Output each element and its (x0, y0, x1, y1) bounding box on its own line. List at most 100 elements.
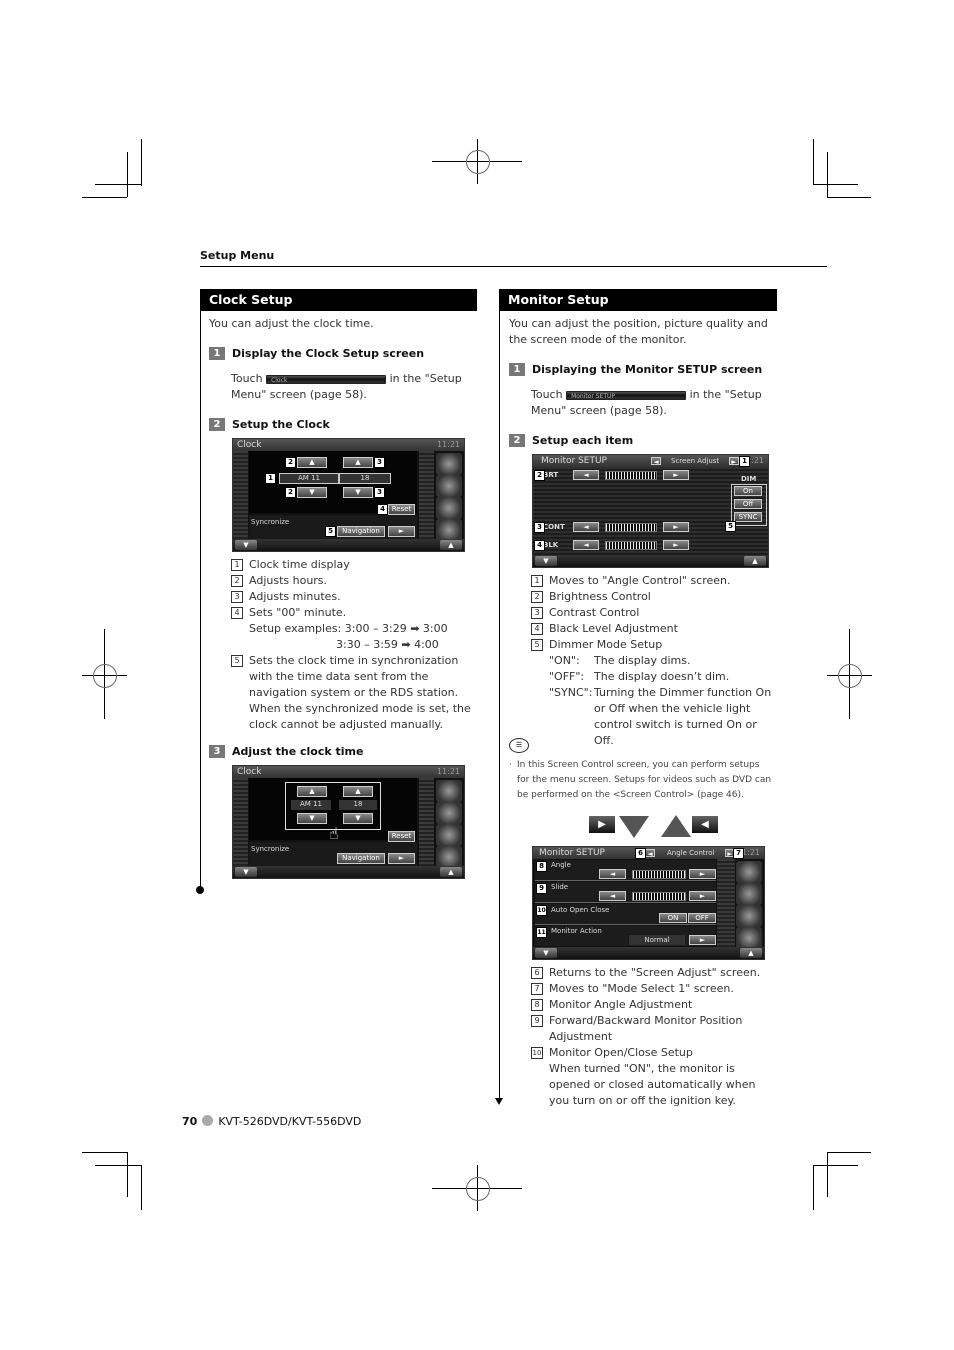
hour-down-button[interactable]: ▼ (297, 813, 327, 824)
minute-up-button[interactable]: ▲ (343, 786, 373, 797)
dim-off-button[interactable]: Off (734, 499, 762, 509)
footer-dot-icon (202, 1115, 214, 1126)
blk-decrease-button[interactable]: ◄ (573, 540, 599, 550)
monitor-angle-control: Monitor SETUP ◄ Angle Control ► 11:21 An… (532, 846, 765, 960)
clock-step-1-text: Touch Clock in the "Setup Menu" screen (… (231, 372, 462, 401)
prev-screen-button[interactable]: ◄ (645, 849, 655, 858)
auto-on-button[interactable]: ON (659, 913, 687, 923)
reset-button[interactable]: Reset (388, 831, 415, 842)
angle-level-bar[interactable] (632, 870, 686, 879)
side-disc-icon[interactable] (436, 497, 462, 519)
legend-item: 5 Sets the clock time in synchronization … (231, 653, 476, 701)
hour-up-button[interactable]: ▲ (297, 457, 327, 468)
sync-note: When the synchronized mode is set, the c… (249, 702, 471, 731)
brt-level-bar[interactable] (605, 471, 657, 480)
dim-mode-off: "OFF": The display doesn’t dim. (549, 670, 730, 683)
sync-next-button[interactable]: ► (388, 526, 415, 537)
side-menu-icon[interactable] (736, 861, 762, 883)
side-media-icon[interactable] (436, 475, 462, 497)
side-menu-icon[interactable] (436, 780, 462, 802)
brt-increase-button[interactable]: ► (663, 470, 689, 480)
scroll-up-button[interactable]: ▲ (740, 948, 762, 958)
cont-decrease-button[interactable]: ◄ (573, 522, 599, 532)
section-header: Setup Menu (200, 249, 275, 262)
angle-decrease-button[interactable]: ◄ (599, 869, 626, 879)
scroll-up-button[interactable]: ▲ (744, 556, 766, 566)
auto-open-close-label: Auto Open Close (551, 906, 610, 914)
side-disc-icon[interactable] (736, 905, 762, 927)
legend-item: 1 Moves to "Angle Control" screen. (531, 573, 776, 589)
callout-3: 3 (374, 487, 385, 498)
slide-decrease-button[interactable]: ◄ (599, 891, 626, 901)
callout-4: 4 (377, 504, 388, 515)
monitor-legend-1: 1 Moves to "Angle Control" screen. 2 Brigh… (531, 573, 776, 749)
clock-screen-1: Clock 11:21 ▲ ▲ AM 11 18 ▼ ▼ Reset Syncr… (232, 438, 465, 552)
monitor-setup-menu-button[interactable]: Monitor SETUP (566, 390, 687, 400)
blk-label: BLK (543, 541, 559, 549)
legend-item: 4 Black Level Adjustment (531, 621, 776, 637)
side-setup-icon[interactable] (736, 927, 762, 949)
navigation-button[interactable]: Navigation (337, 526, 385, 537)
clock-screen-2: Clock 11:21 ▲ ▲ AM 11 18 ▼ ▼ ☝ Reset Syn… (232, 765, 465, 879)
side-media-icon[interactable] (436, 802, 462, 824)
monitor-action-next-button[interactable]: ► (689, 935, 716, 945)
navigation-button[interactable]: Navigation (337, 853, 385, 864)
side-media-icon[interactable] (736, 883, 762, 905)
monitor-action-value: Normal (629, 935, 685, 945)
blk-increase-button[interactable]: ► (663, 540, 689, 550)
cont-label: CONT (543, 523, 565, 531)
sync-next-button[interactable]: ► (388, 853, 415, 864)
legend-item: 3 Contrast Control (531, 605, 776, 621)
scroll-down-button[interactable]: ▼ (235, 867, 257, 877)
down-triangle-icon (619, 816, 649, 838)
scroll-down-button[interactable]: ▼ (535, 556, 557, 566)
screen-title: Clock (237, 440, 262, 450)
cont-level-bar[interactable] (605, 523, 657, 532)
brt-decrease-button[interactable]: ◄ (573, 470, 599, 480)
angle-increase-button[interactable]: ► (689, 869, 716, 879)
minute-down-button[interactable]: ▼ (343, 813, 373, 824)
scroll-up-button[interactable]: ▲ (440, 540, 462, 550)
scroll-down-button[interactable]: ▼ (235, 540, 257, 550)
callout-2: 2 (285, 487, 296, 498)
dim-sync-button[interactable]: SYNC (734, 512, 762, 522)
sync-label: Syncronize (251, 518, 290, 526)
reset-button[interactable]: Reset (388, 504, 415, 515)
next-screen-button[interactable]: ► (729, 457, 739, 466)
step-number: 1 (209, 347, 225, 360)
side-disc-icon[interactable] (436, 824, 462, 846)
side-setup-icon[interactable] (436, 846, 462, 868)
minute-field: 18 (339, 473, 391, 484)
side-setup-icon[interactable] (436, 519, 462, 541)
side-menu-icon[interactable] (436, 453, 462, 475)
hour-up-button[interactable]: ▲ (297, 786, 327, 797)
minute-up-button[interactable]: ▲ (343, 457, 373, 468)
right-column-guide (499, 289, 500, 1099)
prev-screen-button[interactable]: ◄ (651, 457, 661, 466)
slide-level-bar[interactable] (632, 892, 686, 901)
scroll-down-button[interactable]: ▼ (535, 948, 557, 958)
scroll-up-button[interactable]: ▲ (440, 867, 462, 877)
minute-down-button[interactable]: ▼ (343, 487, 373, 498)
page-number: 70 (182, 1115, 198, 1128)
clock-menu-button[interactable]: Clock (266, 374, 387, 384)
legend-item: 1 Clock time display (231, 557, 476, 573)
hour-down-button[interactable]: ▼ (297, 487, 327, 498)
legend-item: 10 Monitor Open/Close Setup (531, 1046, 693, 1059)
callout-5: 5 (325, 526, 336, 537)
cont-increase-button[interactable]: ► (663, 522, 689, 532)
screen-subtitle: Angle Control (667, 849, 715, 857)
angle-label: Angle (551, 861, 571, 869)
legend-item: 2 Brightness Control (531, 589, 776, 605)
legend-item: 6 Returns to the "Screen Adjust" screen. (531, 965, 776, 981)
dim-on-button[interactable]: On (734, 486, 762, 496)
auto-off-button[interactable]: OFF (688, 913, 716, 923)
left-arrow-icon: ◀ (692, 816, 718, 833)
right-arrow-icon: ▶ (589, 816, 615, 833)
slide-increase-button[interactable]: ► (689, 891, 716, 901)
clock-step-1: 1 Display the Clock Setup screen (209, 346, 424, 362)
blk-level-bar[interactable] (605, 541, 657, 550)
monitor-screen-adjust: Monitor SETUP ◄ Screen Adjust ► 11:21 BR… (532, 454, 769, 568)
legend-item: 4 Sets "00" minute. (231, 605, 476, 621)
note-icon: ☰ (509, 738, 529, 753)
